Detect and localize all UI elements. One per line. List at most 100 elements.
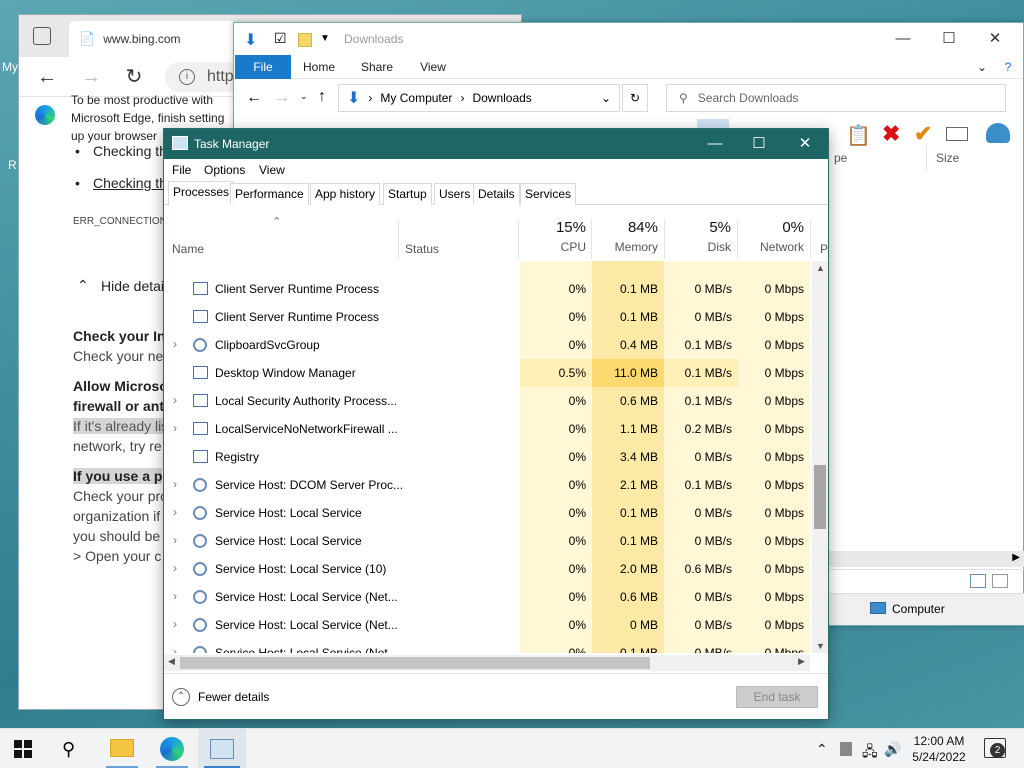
column-header-cpu[interactable]: 15% CPU (520, 219, 586, 254)
shell-icon[interactable] (986, 123, 1010, 143)
clock[interactable]: 12:00 AM 5/24/2022 (900, 733, 978, 765)
tab-view[interactable]: View (410, 55, 456, 79)
column-header-status[interactable]: Status (405, 242, 439, 256)
maximize-icon[interactable]: ☐ (926, 23, 972, 55)
column-header-type[interactable]: pe (834, 151, 847, 165)
table-row[interactable]: › Service Host: Local Service (Net... 0% 0.… (164, 639, 810, 653)
hide-details-button[interactable]: Hide detai (101, 278, 164, 294)
chevron-down-icon[interactable]: ⌄ (972, 55, 992, 79)
table-row[interactable]: › Service Host: Local Service (Net... 0% 0.… (164, 583, 810, 611)
back-arrow-icon[interactable]: ← (246, 89, 262, 107)
delete-icon[interactable]: ✖ (882, 121, 900, 147)
close-icon[interactable]: ✕ (972, 23, 1018, 55)
expand-chevron-icon[interactable]: › (173, 617, 177, 631)
scroll-up-icon[interactable]: ▲ (816, 263, 825, 273)
tray-app-icon[interactable] (840, 742, 852, 756)
table-row[interactable]: › Service Host: Local Service (Net... 0% 0 … (164, 611, 810, 639)
expand-chevron-icon[interactable]: › (173, 421, 177, 435)
table-row[interactable]: Registry 0% 3.4 MB 0 MB/s 0 Mbps (164, 443, 810, 471)
recent-locations-icon[interactable]: ⌄ (300, 91, 308, 102)
chevron-up-icon[interactable]: ⌃ (816, 741, 828, 758)
vertical-scrollbar[interactable]: ▲ ▼ (812, 261, 828, 653)
table-row[interactable]: Client Server Runtime Process 0% 0.1 MB 0 M… (164, 303, 810, 331)
horizontal-scrollbar-thumb[interactable] (180, 657, 650, 669)
table-row[interactable]: › Service Host: Local Service (10) 0% 2.0 M… (164, 555, 810, 583)
column-header-disk[interactable]: 5% Disk (664, 219, 731, 254)
scrollbar-thumb[interactable] (814, 465, 826, 529)
task-manager-icon[interactable] (210, 739, 234, 759)
close-icon[interactable]: ✕ (782, 129, 828, 159)
tab-file[interactable]: File (235, 55, 291, 79)
breadcrumb-item[interactable]: Downloads (472, 91, 531, 105)
help-icon[interactable]: ? (998, 55, 1018, 79)
chevron-down-icon[interactable]: ⌄ (601, 91, 611, 105)
scroll-right-icon[interactable]: ▶ (1012, 552, 1020, 563)
desktop-icon-label[interactable]: My (2, 60, 18, 74)
details-view-icon[interactable] (970, 574, 986, 588)
tab-startup[interactable]: Startup (383, 183, 432, 205)
network-icon[interactable]: 🖧 (862, 741, 878, 765)
tab-details[interactable]: Details (473, 183, 520, 205)
maximize-icon[interactable]: ☐ (736, 129, 782, 159)
tab-users[interactable]: Users (434, 183, 476, 205)
table-row[interactable]: › Service Host: Local Service 0% 0.1 MB 0 MB… (164, 527, 810, 555)
back-arrow-icon[interactable]: ← (35, 65, 59, 89)
tab-actions-icon[interactable] (33, 27, 51, 45)
fewer-details-button[interactable]: ⌃ Fewer details (172, 688, 269, 706)
breadcrumb-item[interactable]: My Computer (380, 91, 452, 105)
tab-app-history[interactable]: App history (310, 183, 381, 205)
tab-processes[interactable]: Processes (168, 181, 235, 206)
up-arrow-icon[interactable]: ↑ (318, 88, 326, 106)
expand-chevron-icon[interactable]: › (173, 393, 177, 407)
table-row[interactable]: › Service Host: Local Service 0% 0.1 MB 0 MB… (164, 499, 810, 527)
scroll-left-icon[interactable]: ◀ (168, 656, 175, 667)
chevron-up-icon[interactable]: ⌃ (77, 277, 89, 294)
tab-services[interactable]: Services (520, 183, 577, 205)
forward-arrow-icon[interactable]: → (274, 89, 290, 107)
expand-chevron-icon[interactable]: › (173, 505, 177, 519)
address-bar[interactable]: ⬇ › My Computer › Downloads ⌄ (338, 84, 620, 112)
desktop-icon-label[interactable]: R (8, 158, 17, 172)
minimize-icon[interactable]: — (880, 23, 926, 55)
checkmark-icon[interactable]: ✔ (914, 121, 932, 147)
refresh-icon[interactable]: ↻ (122, 65, 146, 89)
troubleshoot-link[interactable]: Checking th (93, 175, 167, 191)
table-row[interactable]: › Service Host: DCOM Server Proc... 0% 2.1 … (164, 471, 810, 499)
expand-chevron-icon[interactable]: › (173, 477, 177, 491)
expand-chevron-icon[interactable]: › (173, 645, 177, 653)
column-header-size[interactable]: Size (936, 151, 959, 165)
edge-icon[interactable] (160, 737, 184, 761)
clipboard-icon[interactable]: 📋 (846, 123, 871, 148)
menu-view[interactable]: View (259, 163, 285, 177)
info-icon[interactable]: i (179, 69, 195, 85)
column-header-name[interactable]: Name (172, 242, 204, 256)
menu-options[interactable]: Options (204, 163, 245, 177)
menu-file[interactable]: File (172, 163, 191, 177)
tab-share[interactable]: Share (354, 55, 400, 79)
table-row[interactable]: › Local Security Authority Process... 0% 0.… (164, 387, 810, 415)
column-header-memory[interactable]: 84% Memory (592, 219, 658, 254)
properties-icon[interactable]: ☑ (274, 30, 287, 47)
expand-chevron-icon[interactable]: › (173, 561, 177, 575)
search-icon[interactable]: ⚲ (62, 737, 86, 761)
end-task-button[interactable]: End task (736, 686, 818, 708)
column-header-network[interactable]: 0% Network (738, 219, 804, 254)
new-folder-icon[interactable] (298, 33, 312, 47)
sort-up-icon[interactable]: ⌃ (272, 215, 281, 228)
customize-qat-icon[interactable]: ▼ (320, 33, 330, 44)
start-windows-icon[interactable] (14, 740, 32, 758)
rename-icon[interactable] (946, 127, 968, 141)
table-row[interactable]: › ClipboardSvcGroup 0% 0.4 MB 0.1 MB/s 0 Mbps (164, 331, 810, 359)
file-explorer-icon[interactable] (110, 739, 134, 757)
tab-home[interactable]: Home (296, 55, 342, 79)
expand-chevron-icon[interactable]: › (173, 533, 177, 547)
refresh-icon[interactable]: ↻ (622, 84, 648, 112)
table-row[interactable]: › LocalServiceNoNetworkFirewall ... 0% 1.1 … (164, 415, 810, 443)
tab-performance[interactable]: Performance (230, 183, 309, 205)
table-row[interactable]: Desktop Window Manager 0.5% 11.0 MB 0.1 MB/… (164, 359, 810, 387)
browser-tab[interactable]: 📄 www.bing.com (69, 21, 239, 57)
scroll-down-icon[interactable]: ▼ (816, 641, 825, 651)
scroll-right-icon[interactable]: ▶ (798, 656, 805, 667)
table-row[interactable]: Client Server Runtime Process 0% 0.1 MB 0 M… (164, 275, 810, 303)
minimize-icon[interactable]: — (692, 129, 738, 159)
